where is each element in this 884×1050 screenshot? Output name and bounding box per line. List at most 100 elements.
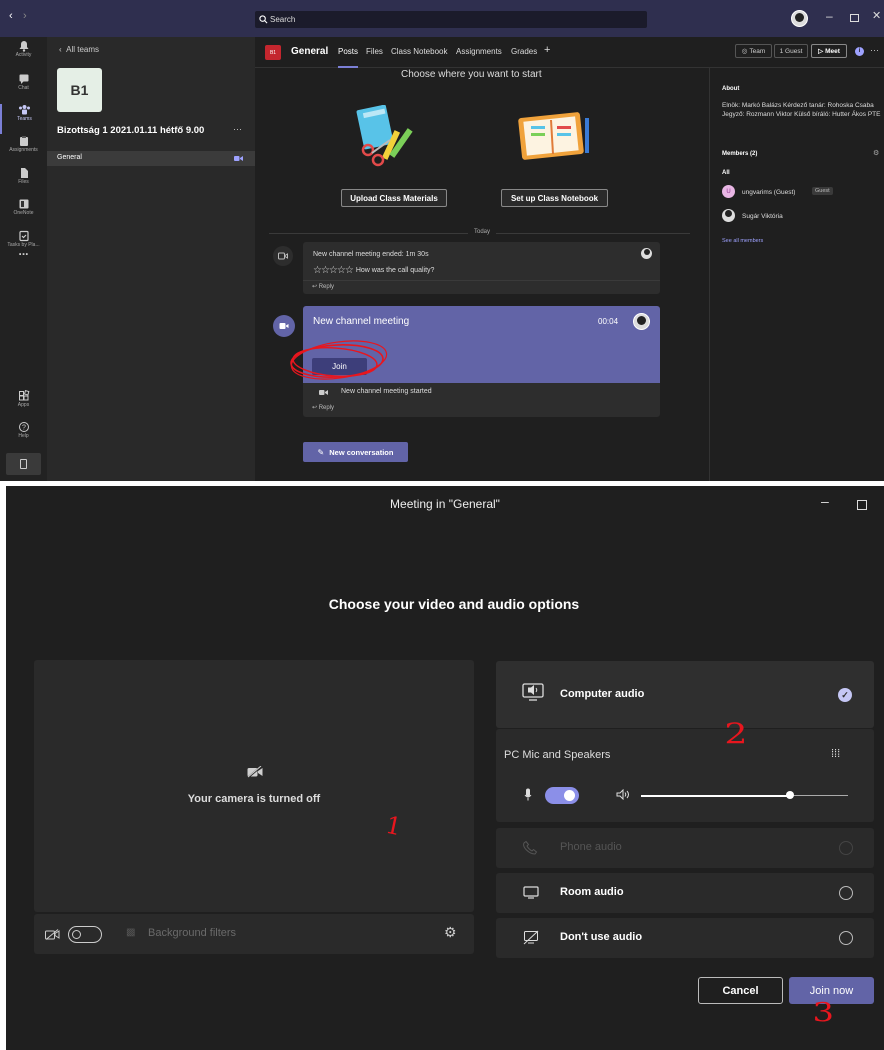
- rail-onenote[interactable]: OneNote: [0, 198, 47, 228]
- phone-audio-radio[interactable]: [839, 841, 853, 855]
- rail-assignments[interactable]: Assignments: [0, 135, 47, 165]
- rail-activity[interactable]: Activity: [0, 40, 47, 70]
- annotation-scribble-join: [290, 340, 388, 380]
- phone-audio-label: Phone audio: [560, 841, 622, 853]
- tasks-icon: [18, 230, 29, 242]
- upload-class-materials-button[interactable]: Upload Class Materials: [341, 189, 447, 207]
- members-title: Members (2): [722, 151, 758, 157]
- annotation-number-3: 3: [812, 998, 835, 1028]
- tab-posts[interactable]: Posts: [338, 47, 358, 56]
- meeting-ended-card: New channel meeting ended: 1m 30s ☆☆☆☆☆ …: [303, 242, 660, 294]
- search-box[interactable]: Search: [255, 11, 647, 28]
- team-more-button[interactable]: ···: [233, 124, 242, 134]
- member-name-sugar[interactable]: Sugár Viktória: [742, 213, 783, 220]
- background-filters-button[interactable]: Background filters: [148, 927, 236, 939]
- mobile-device-icon[interactable]: [6, 453, 41, 475]
- no-audio-option[interactable]: Don't use audio: [496, 918, 874, 958]
- tab-assignments[interactable]: Assignments: [456, 47, 502, 56]
- volume-slider-thumb[interactable]: [786, 791, 795, 799]
- room-audio-option[interactable]: Room audio: [496, 873, 874, 913]
- set-up-class-notebook-button[interactable]: Set up Class Notebook: [501, 189, 608, 207]
- meeting-event-icon: [273, 246, 293, 266]
- video-camera-icon: [234, 156, 243, 161]
- rail-more[interactable]: ...: [0, 242, 47, 258]
- add-tab-button[interactable]: +: [544, 44, 550, 56]
- reply-icon: ↩: [312, 284, 319, 290]
- rail-help[interactable]: ? Help: [0, 421, 47, 451]
- microphone-toggle[interactable]: [545, 787, 579, 804]
- rail-chat[interactable]: Chat: [0, 73, 47, 103]
- compose-icon: ✎: [317, 447, 325, 457]
- team-icon: ◎: [741, 48, 748, 55]
- svg-text:?: ?: [22, 425, 26, 432]
- rail-apps[interactable]: Apps: [0, 390, 47, 420]
- participant-avatar: [641, 248, 652, 259]
- back-arrow-icon[interactable]: ‹: [9, 10, 13, 22]
- rail-files[interactable]: Files: [0, 167, 47, 197]
- apps-icon: [18, 390, 29, 401]
- members-settings-icon[interactable]: ⚙: [873, 149, 879, 157]
- close-icon[interactable]: ✕: [872, 9, 881, 22]
- app-rail: Activity Chat Teams Assignments Files On…: [0, 37, 47, 481]
- meeting-maximize-icon[interactable]: [857, 500, 867, 510]
- computer-audio-option[interactable]: Computer audio ✓: [496, 661, 874, 728]
- rail-teams[interactable]: Teams: [0, 104, 47, 134]
- info-icon[interactable]: i: [855, 47, 864, 56]
- selected-check-icon: ✓: [838, 688, 852, 702]
- team-avatar: B1: [57, 68, 102, 112]
- all-teams-link[interactable]: ‹ All teams: [59, 45, 99, 54]
- no-audio-icon: [523, 930, 539, 945]
- title-bar: ‹ › Search – ✕: [0, 0, 884, 37]
- all-members-label: All: [722, 170, 730, 176]
- about-description: Elnök: Markó Balázs Kérdező tanár: Rohos…: [722, 102, 881, 118]
- meeting-ended-title: New channel meeting ended: 1m 30s: [313, 251, 429, 258]
- guest-button[interactable]: 1 Guest: [774, 44, 808, 58]
- reply-link-1[interactable]: ↩ Reply: [312, 283, 334, 290]
- member-name-guest[interactable]: ungvarims (Guest): [742, 189, 795, 196]
- computer-audio-icon: [522, 683, 544, 701]
- cancel-button[interactable]: Cancel: [698, 977, 783, 1004]
- phone-icon: [523, 840, 538, 855]
- search-placeholder: Search: [270, 15, 296, 24]
- today-label: Today: [468, 229, 497, 235]
- tab-files[interactable]: Files: [366, 47, 383, 56]
- header-more-button[interactable]: ···: [870, 45, 879, 55]
- member-avatar-guest: U: [722, 185, 735, 198]
- reply-link-2[interactable]: ↩ Reply: [312, 404, 334, 411]
- new-conversation-button[interactable]: ✎ New conversation: [303, 442, 408, 462]
- reply-icon: ↩: [312, 405, 319, 411]
- user-avatar[interactable]: [791, 10, 808, 27]
- device-settings-icon[interactable]: ⚙: [444, 924, 457, 941]
- annotation-number-2: 2: [724, 717, 748, 750]
- maximize-icon[interactable]: [850, 14, 859, 22]
- meet-button[interactable]: ▷ Meet: [811, 44, 847, 58]
- star-icons[interactable]: ☆☆☆☆☆: [313, 265, 354, 276]
- reply-divider: [303, 280, 660, 281]
- teams-icon: [19, 105, 30, 115]
- volume-slider-fill: [641, 794, 791, 797]
- channel-item-general[interactable]: General: [47, 151, 255, 166]
- background-filters-icon: ▩: [126, 927, 136, 938]
- device-options-icon[interactable]: ⁞⁞⁞: [831, 748, 840, 760]
- tab-class-notebook[interactable]: Class Notebook: [391, 47, 447, 56]
- phone-audio-option[interactable]: Phone audio: [496, 828, 874, 868]
- meeting-timer: 00:04: [598, 317, 619, 326]
- see-all-members-link[interactable]: See all members: [722, 238, 763, 244]
- choose-start-title: Choose where you want to start: [401, 69, 542, 80]
- volume-slider[interactable]: [641, 791, 848, 799]
- more-icon: ...: [18, 244, 29, 258]
- camera-off-icon: [247, 766, 263, 778]
- forward-arrow-icon[interactable]: ›: [23, 10, 27, 22]
- minimize-icon[interactable]: –: [826, 9, 833, 23]
- microphone-icon: [524, 788, 532, 801]
- meeting-minimize-icon[interactable]: –: [821, 493, 829, 509]
- call-quality-rating[interactable]: ☆☆☆☆☆ How was the call quality?: [313, 265, 434, 276]
- camera-toggle-switch[interactable]: [68, 926, 102, 943]
- bell-icon: [19, 41, 28, 52]
- camera-preview: Your camera is turned off: [34, 660, 474, 912]
- no-audio-label: Don't use audio: [560, 931, 643, 943]
- tab-grades[interactable]: Grades: [511, 47, 537, 56]
- team-button[interactable]: ◎ Team: [735, 44, 772, 58]
- no-audio-radio[interactable]: [839, 931, 853, 945]
- room-audio-radio[interactable]: [839, 886, 853, 900]
